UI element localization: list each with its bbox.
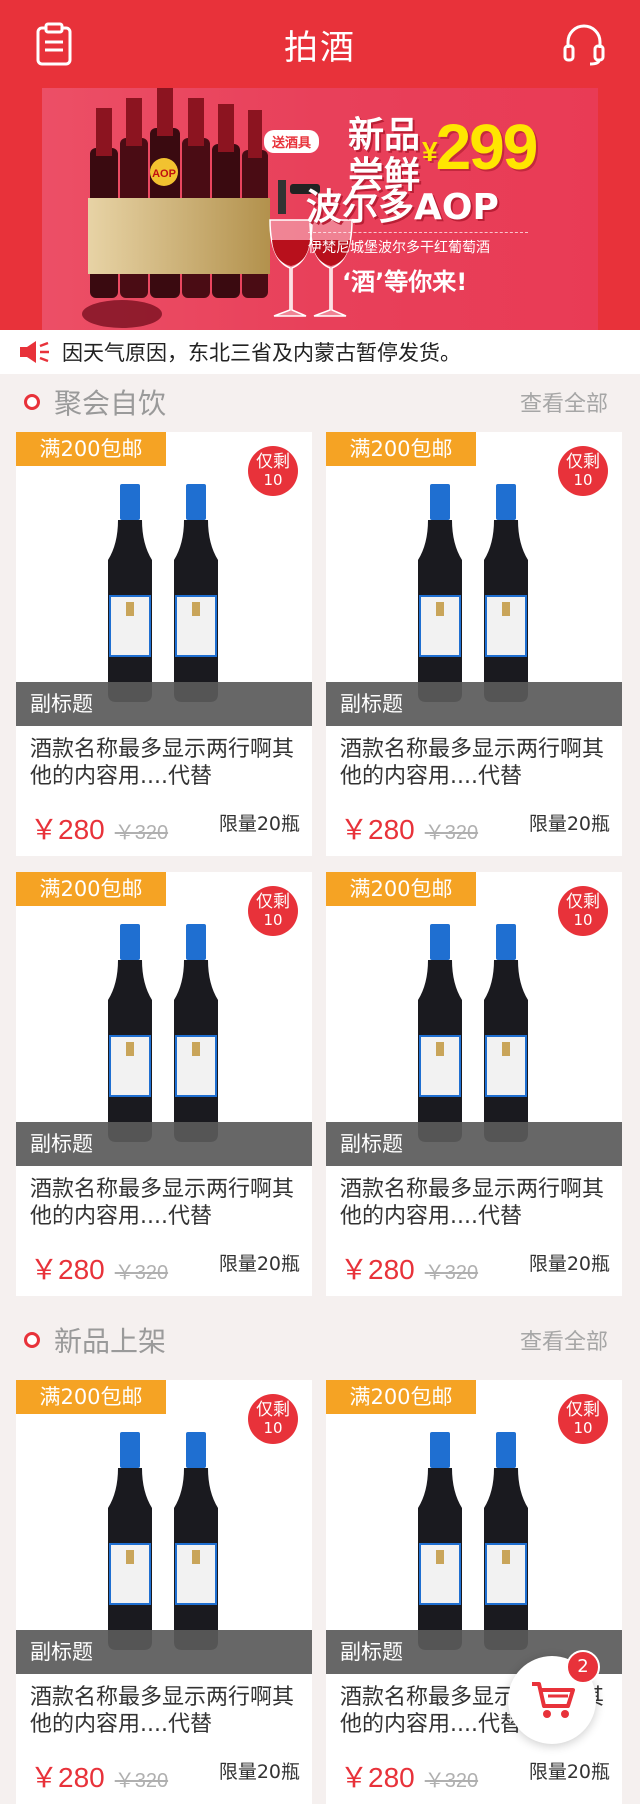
free-shipping-tag: 满200包邮 xyxy=(326,432,476,466)
top-bar: 拍酒 xyxy=(0,0,640,88)
price-current: ￥280 xyxy=(30,814,105,845)
product-subtitle: 副标题 xyxy=(16,1630,312,1674)
product-subtitle: 副标题 xyxy=(326,682,622,726)
product-card[interactable]: 满200包邮 仅剩 10 副标题 酒款名称最多显示两行啊其他的内容用....代替… xyxy=(16,872,312,1296)
limit-text: 限量20瓶 xyxy=(528,1761,610,1783)
price-current: ￥280 xyxy=(30,1762,105,1793)
wine-bottle-image xyxy=(108,484,218,702)
clipboard-icon[interactable] xyxy=(34,22,74,66)
notice-bar[interactable]: 因天气原因，东北三省及内蒙古暂停发货。 xyxy=(0,330,640,374)
wine-bottle-image xyxy=(418,1432,528,1650)
price-current: ￥280 xyxy=(340,814,415,845)
wine-bottle-image xyxy=(108,1432,218,1650)
view-all-link[interactable]: 查看全部 xyxy=(520,1324,608,1356)
product-subtitle: 副标题 xyxy=(16,682,312,726)
price-row: ￥280 ￥320 限量20瓶 xyxy=(30,808,300,845)
price-row: ￥280 ￥320 限量20瓶 xyxy=(340,808,610,845)
limit-text: 限量20瓶 xyxy=(528,1253,610,1275)
price-current: ￥280 xyxy=(30,1254,105,1285)
stock-badge: 仅剩 10 xyxy=(558,886,608,936)
stock-badge: 仅剩 10 xyxy=(248,1394,298,1444)
limit-text: 限量20瓶 xyxy=(218,813,300,835)
wine-bottle-image xyxy=(418,484,528,702)
product-card[interactable]: 满200包邮 仅剩 10 副标题 酒款名称最多显示两行啊其他的内容用....代替… xyxy=(326,432,622,856)
wine-bottle-image xyxy=(418,924,528,1142)
gift-tag: 送酒具 xyxy=(264,130,320,153)
banner-price: ¥299 xyxy=(422,111,538,183)
product-card[interactable]: 满200包邮 仅剩 10 副标题 酒款名称最多显示两行啊其他的内容用....代替… xyxy=(16,432,312,856)
product-name: 酒款名称最多显示两行啊其他的内容用....代替 xyxy=(30,737,295,789)
banner-slogan: ‘酒’等你来! xyxy=(342,268,468,296)
free-shipping-tag: 满200包邮 xyxy=(16,1380,166,1414)
product-subtitle: 副标题 xyxy=(326,1122,622,1166)
price-current: ￥280 xyxy=(340,1254,415,1285)
price-current: ￥280 xyxy=(340,1762,415,1793)
price-original: ￥320 xyxy=(114,1770,169,1792)
limit-text: 限量20瓶 xyxy=(218,1253,300,1275)
free-shipping-tag: 满200包邮 xyxy=(16,432,166,466)
price-original: ￥320 xyxy=(424,1262,479,1284)
product-image: 满200包邮 仅剩 10 副标题 xyxy=(16,872,312,1166)
price-original: ￥320 xyxy=(424,1770,479,1792)
section-header-new: 新品上架 查看全部 xyxy=(0,1312,640,1368)
product-name: 酒款名称最多显示两行啊其他的内容用....代替 xyxy=(340,1177,605,1229)
product-image: 满200包邮 仅剩 10 副标题 xyxy=(16,1380,312,1674)
free-shipping-tag: 满200包邮 xyxy=(326,872,476,906)
wine-bottle-image xyxy=(108,924,218,1142)
section-title: 聚会自饮 xyxy=(54,387,167,420)
product-name: 酒款名称最多显示两行啊其他的内容用....代替 xyxy=(30,1177,295,1229)
section-title: 新品上架 xyxy=(54,1325,167,1358)
product-image: 满200包邮 仅剩 10 副标题 xyxy=(326,1380,622,1674)
aop-medal: AOP xyxy=(152,168,176,180)
stock-badge: 仅剩 10 xyxy=(248,886,298,936)
cart-count-badge: 2 xyxy=(566,1650,600,1684)
price-original: ￥320 xyxy=(114,822,169,844)
price-row: ￥280 ￥320 限量20瓶 xyxy=(30,1756,300,1793)
limit-text: 限量20瓶 xyxy=(528,813,610,835)
price-row: ￥280 ￥320 限量20瓶 xyxy=(340,1248,610,1285)
product-card[interactable]: 满200包邮 仅剩 10 副标题 酒款名称最多显示两行啊其他的内容用....代替… xyxy=(16,1380,312,1804)
cart-button[interactable]: 2 xyxy=(508,1650,600,1744)
section-dot-icon xyxy=(24,394,40,410)
stock-badge: 仅剩 10 xyxy=(248,446,298,496)
section-dot-icon xyxy=(24,1332,40,1348)
banner-description: 伊梵尼城堡波尔多干红葡萄酒 xyxy=(308,232,528,257)
speaker-icon xyxy=(20,341,49,363)
product-image: 满200包邮 仅剩 10 副标题 xyxy=(326,872,622,1166)
product-subtitle: 副标题 xyxy=(16,1122,312,1166)
price-row: ￥280 ￥320 限量20瓶 xyxy=(340,1756,610,1793)
stock-badge: 仅剩 10 xyxy=(558,1394,608,1444)
limit-text: 限量20瓶 xyxy=(218,1761,300,1783)
price-original: ￥320 xyxy=(114,1262,169,1284)
product-name: 酒款名称最多显示两行啊其他的内容用....代替 xyxy=(30,1685,295,1737)
product-card[interactable]: 满200包邮 仅剩 10 副标题 酒款名称最多显示两行啊其他的内容用....代替… xyxy=(326,872,622,1296)
product-image: 满200包邮 仅剩 10 副标题 xyxy=(16,432,312,726)
product-image: 满200包邮 仅剩 10 副标题 xyxy=(326,432,622,726)
page-title: 拍酒 xyxy=(284,27,356,68)
promo-banner[interactable]: AOP 送酒具 新品 尝鲜 ¥299 波尔多AOP 伊梵尼城堡波尔多干红葡萄酒 … xyxy=(0,88,640,330)
section-header-party: 聚会自饮 查看全部 xyxy=(0,374,640,430)
cart-icon xyxy=(532,1682,575,1718)
price-row: ￥280 ￥320 限量20瓶 xyxy=(30,1248,300,1285)
notice-text: 因天气原因，东北三省及内蒙古暂停发货。 xyxy=(62,341,461,365)
product-card[interactable]: 满200包邮 仅剩 10 副标题 酒款名称最多显示两行啊其他的内容用....代替… xyxy=(326,1380,622,1804)
headset-icon[interactable] xyxy=(562,22,606,66)
product-name: 酒款名称最多显示两行啊其他的内容用....代替 xyxy=(340,737,605,789)
free-shipping-tag: 满200包邮 xyxy=(16,872,166,906)
price-original: ￥320 xyxy=(424,822,479,844)
free-shipping-tag: 满200包邮 xyxy=(326,1380,476,1414)
banner-subline: 波尔多AOP xyxy=(306,187,499,228)
stock-badge: 仅剩 10 xyxy=(558,446,608,496)
view-all-link[interactable]: 查看全部 xyxy=(520,386,608,418)
